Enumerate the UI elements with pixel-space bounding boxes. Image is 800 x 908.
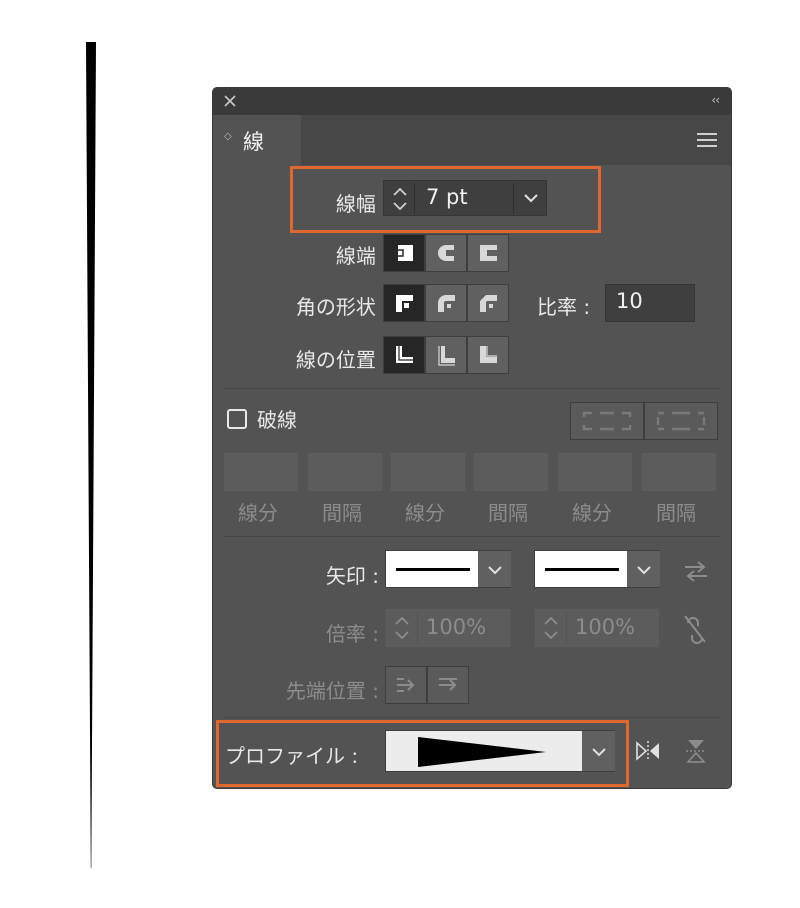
miter-join-icon (396, 295, 413, 312)
corner-buttons (383, 284, 509, 322)
align-center-icon (396, 346, 413, 363)
stepper-arrows-icon[interactable] (541, 614, 561, 642)
arrowhead-label: 矢印 : (325, 564, 379, 588)
hamburger-menu-icon[interactable] (697, 133, 717, 147)
dashed-line-label: 破線 (257, 408, 297, 432)
arrow-scale-label: 倍率 : (325, 622, 379, 646)
align-outside-icon (480, 346, 497, 363)
arrow-align-buttons (385, 666, 469, 704)
butt-cap-button[interactable] (383, 234, 425, 272)
divider (223, 388, 721, 389)
projecting-cap-button[interactable] (467, 234, 509, 272)
arrow-extend-button[interactable] (385, 666, 427, 704)
divider (223, 717, 721, 718)
butt-cap-icon (394, 245, 413, 261)
round-cap-icon (438, 245, 455, 261)
arrow-scale-end-field[interactable]: 100% (534, 608, 660, 648)
gap-label-3: 間隔 (656, 501, 696, 525)
round-join-button[interactable] (425, 284, 467, 322)
align-inside-icon (438, 346, 455, 366)
tab-stroke-label: 線 (243, 130, 264, 154)
gap-label-1: 間隔 (322, 501, 362, 525)
align-outside-button[interactable] (467, 336, 509, 374)
bevel-join-icon (480, 295, 497, 312)
gap-field-2[interactable] (473, 452, 549, 492)
stroke-panel: ‹‹ ◇ 線 線幅 : 7 pt 線端 : 角の形状: 比率: 10 線の位… (213, 88, 731, 788)
flip-horizontal-icon[interactable] (635, 740, 661, 762)
gap-label-2: 間隔 (488, 501, 528, 525)
profile-highlight (216, 720, 629, 787)
dash-label-1: 線分 (238, 501, 278, 525)
dash-align-buttons (570, 402, 718, 440)
dash-preserve-icon (582, 411, 632, 431)
unlink-icon[interactable] (683, 614, 707, 644)
round-cap-button[interactable] (425, 234, 467, 272)
arrow-scale-end-value[interactable]: 100% (575, 615, 635, 639)
projecting-cap-icon (480, 245, 497, 261)
stroke-weight-highlight (290, 166, 601, 233)
dash-field-2[interactable] (390, 452, 466, 492)
dash-adjust-icon (656, 411, 706, 431)
dash-label-2: 線分 (405, 501, 445, 525)
corner-label: 角の形状 : (295, 295, 389, 319)
dash-label-3: 線分 (572, 501, 612, 525)
miter-join-button[interactable] (383, 284, 425, 322)
tab-expand-icon[interactable]: ◇ (224, 132, 232, 142)
cap-label: 線端 : (335, 244, 389, 268)
arrow-align-label: 先端位置 : (285, 679, 379, 703)
flip-vertical-icon[interactable] (685, 738, 707, 764)
cap-buttons (383, 234, 509, 272)
tab-stroke[interactable]: ◇ 線 (213, 115, 301, 165)
gap-field-1[interactable] (307, 452, 383, 492)
gap-field-3[interactable] (641, 452, 717, 492)
arrow-start-preview (396, 568, 470, 571)
arrow-place-icon (439, 678, 457, 691)
dash-adjust-button[interactable] (644, 402, 718, 440)
stepper-arrows-icon[interactable] (392, 614, 412, 642)
miter-limit-field[interactable]: 10 (605, 284, 695, 322)
dash-field-3[interactable] (557, 452, 633, 492)
swap-arrows-icon[interactable] (683, 560, 709, 582)
arrow-end-dropdown[interactable] (534, 550, 660, 588)
arrow-scale-start-value[interactable]: 100% (426, 615, 486, 639)
arrow-start-dropdown[interactable] (385, 550, 511, 588)
arrow-place-button[interactable] (427, 666, 469, 704)
round-join-icon (438, 295, 455, 312)
align-stroke-label: 線の位置 : (295, 348, 389, 372)
align-stroke-buttons (383, 336, 509, 374)
dash-field-1[interactable] (223, 452, 299, 492)
bevel-join-button[interactable] (467, 284, 509, 322)
double-chevron-left-icon[interactable]: ‹‹ (711, 93, 720, 107)
align-center-button[interactable] (383, 336, 425, 374)
dashed-line-checkbox[interactable] (227, 409, 247, 429)
align-inside-button[interactable] (425, 336, 467, 374)
arrow-scale-start-field[interactable]: 100% (385, 608, 511, 648)
panel-titlebar: ‹‹ (213, 88, 731, 115)
miter-limit-label: 比率 : (537, 295, 591, 319)
chevron-down-icon[interactable] (486, 563, 504, 577)
dash-preserve-button[interactable] (570, 402, 644, 440)
chevron-down-icon[interactable] (635, 563, 653, 577)
tab-bar: ◇ 線 (213, 115, 731, 165)
close-icon[interactable] (223, 94, 237, 108)
arrow-extend-icon (397, 678, 415, 692)
arrow-end-preview (545, 568, 619, 571)
divider (223, 536, 721, 537)
